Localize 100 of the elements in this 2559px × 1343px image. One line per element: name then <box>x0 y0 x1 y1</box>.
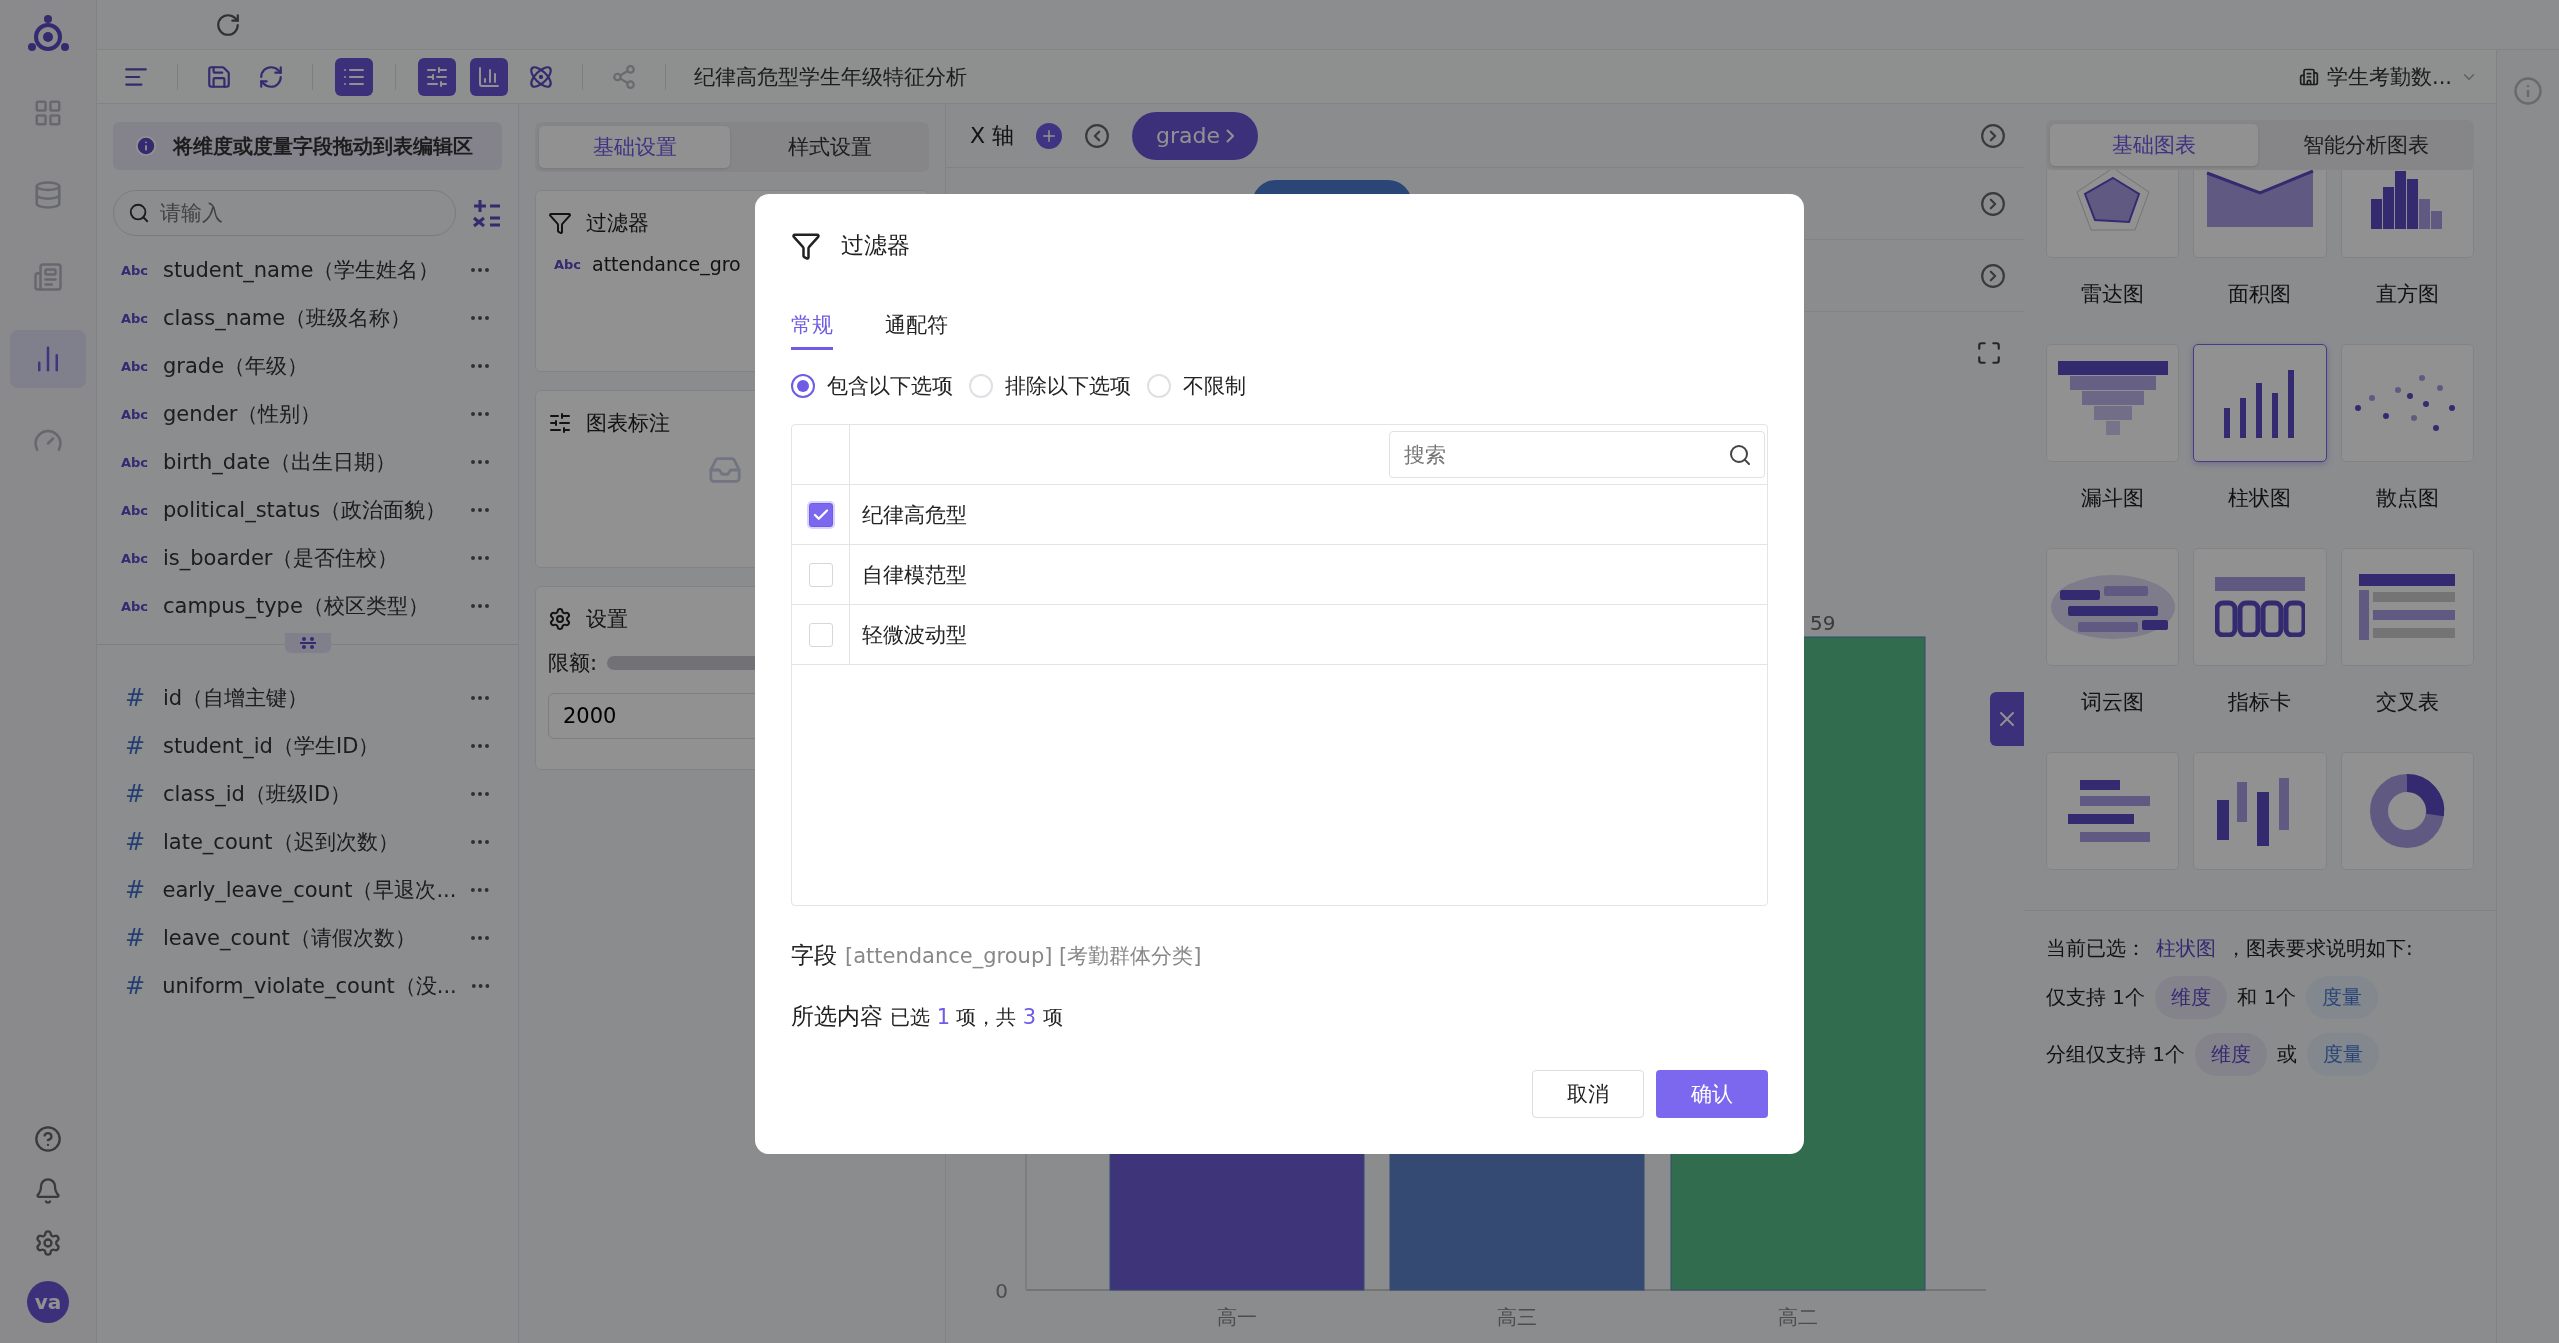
fullscreen-icon[interactable] <box>1976 340 2002 366</box>
chart-type-label: 词云图 <box>2081 689 2145 716</box>
requirement-text: 和 1个 <box>2237 984 2297 1011</box>
field-name[interactable]: class_id（班级ID） <box>163 780 456 808</box>
search-box[interactable]: 请输入 <box>113 190 456 236</box>
building-icon <box>2298 66 2319 87</box>
scroll-right-icon[interactable] <box>1980 262 2006 289</box>
option-label[interactable]: 自律模范型 <box>850 560 967 589</box>
radio-label[interactable]: 包含以下选项 <box>827 372 953 400</box>
field-name[interactable]: leave_count（请假次数） <box>163 924 456 952</box>
add-button[interactable] <box>1036 122 1063 149</box>
field-label: 字段 <box>791 941 837 970</box>
toolbar-button[interactable] <box>335 57 373 96</box>
user-avatar[interactable]: va <box>27 1281 69 1323</box>
field-name[interactable]: student_id（学生ID） <box>163 732 456 760</box>
requirement-text: 或 <box>2277 1041 2298 1068</box>
chart-type-label: 雷达图 <box>2081 281 2145 308</box>
settings-tab[interactable]: 基础设置 <box>539 126 730 168</box>
checkbox[interactable] <box>808 502 833 527</box>
field-name[interactable]: uniform_violate_count（没... <box>162 972 457 1000</box>
close-button[interactable] <box>1990 692 2024 746</box>
radio-button[interactable] <box>791 374 815 398</box>
info-icon <box>135 135 157 157</box>
field-name[interactable]: political_status（政治面貌） <box>163 496 456 524</box>
field-type-label: # <box>125 780 147 808</box>
radio-label[interactable]: 不限制 <box>1183 372 1246 400</box>
field-type-label: # <box>125 828 147 856</box>
confirm-button[interactable]: 确认 <box>1656 1070 1768 1118</box>
option-label[interactable]: 纪律高危型 <box>850 500 967 529</box>
field-name[interactable]: id（自增主键） <box>163 684 456 712</box>
field-name[interactable]: birth_date（出生日期） <box>163 448 456 476</box>
drag-handle[interactable] <box>284 633 331 653</box>
grip-icon <box>297 636 318 650</box>
dialog-tab[interactable]: 通配符 <box>885 311 948 350</box>
axis-tick-label: 0 <box>995 1279 1008 1303</box>
dialog-tab[interactable]: 常规 <box>791 311 833 350</box>
help-icon[interactable] <box>34 1125 62 1153</box>
dimension-tag: 维度 <box>2155 976 2228 1019</box>
search-box[interactable]: 搜索 <box>1389 431 1765 478</box>
filter-icon <box>548 211 572 235</box>
newspaper-icon <box>33 262 63 292</box>
cancel-button[interactable]: 取消 <box>1532 1070 1644 1118</box>
field-type-label: Abc <box>121 358 150 374</box>
card-title: 设置 <box>586 606 628 633</box>
limit-label: 限额: <box>548 650 598 677</box>
plus-minus-icon[interactable] <box>472 198 502 228</box>
chart-type-label: 交叉表 <box>2375 689 2439 716</box>
field-type-label: Abc <box>554 256 583 272</box>
settings-tab[interactable]: 样式设置 <box>734 126 925 168</box>
field-name[interactable]: campus_type（校区类型） <box>163 592 456 620</box>
field-name[interactable]: gender（性别） <box>163 400 456 428</box>
sliders-icon <box>548 411 572 435</box>
bar-chart-icon <box>477 64 501 89</box>
field-name[interactable]: is_boarder（是否住校） <box>163 544 456 572</box>
requirement-text: ，图表要求说明如下: <box>2226 935 2413 962</box>
field-type-label: # <box>125 924 147 952</box>
measure-tag: 度量 <box>2307 1033 2380 1076</box>
field-type-label: Abc <box>121 598 150 614</box>
settings-icon <box>548 607 572 631</box>
chart-type-tile[interactable] <box>2193 344 2327 462</box>
settings-icon[interactable] <box>34 1229 62 1257</box>
field-pill[interactable]: grade <box>1132 111 1259 160</box>
chart-link[interactable]: 柱状图 <box>2156 935 2216 962</box>
axis-category-label: 高一 <box>1217 1305 1257 1329</box>
dataset-selector[interactable]: 学生考勤数... <box>2326 62 2452 91</box>
cross-table-icon <box>2357 572 2458 642</box>
hint-text: 将维度或度量字段拖动到表编辑区 <box>173 132 473 160</box>
scroll-right-icon[interactable] <box>1980 122 2006 149</box>
report-title: 纪律高危型学生年级特征分析 <box>694 63 967 91</box>
bell-icon[interactable] <box>34 1177 62 1205</box>
area-chart-icon <box>2205 170 2315 229</box>
requirement-text: 仅支持 1个 <box>2046 984 2146 1011</box>
toolbar-button[interactable] <box>470 57 508 96</box>
scroll-left-icon[interactable] <box>1084 122 1111 149</box>
field-name[interactable]: class_name（班级名称） <box>163 304 456 332</box>
dimension-tag: 维度 <box>2195 1033 2268 1076</box>
toolbar-button[interactable] <box>418 57 456 96</box>
scroll-right-icon[interactable] <box>1980 190 2006 217</box>
chart-type-label: 散点图 <box>2375 485 2439 512</box>
field-type-label: Abc <box>121 406 150 422</box>
field-name[interactable]: late_count（迟到次数） <box>163 828 456 856</box>
chevron-icon <box>1226 128 1235 143</box>
option-label[interactable]: 轻微波动型 <box>850 620 967 649</box>
chart-type-tab[interactable]: 基础图表 <box>2050 124 2258 166</box>
reload-icon[interactable] <box>215 11 241 38</box>
field-name[interactable]: student_name（学生姓名） <box>163 256 456 284</box>
radio-label[interactable]: 排除以下选项 <box>1005 372 1131 400</box>
nav-item[interactable] <box>10 330 86 388</box>
axis-category-label: 高二 <box>1778 1305 1818 1329</box>
search-input[interactable]: 请输入 <box>158 200 441 226</box>
field-name[interactable]: early_leave_count（早退次... <box>162 876 457 904</box>
requirement-text: 当前已选： <box>2046 935 2146 962</box>
chart-type-label: 指标卡 <box>2228 689 2292 716</box>
field-value: [attendance_group] [考勤群体分类] <box>845 943 1202 970</box>
filter-field[interactable]: attendance_gro <box>592 253 741 275</box>
field-name[interactable]: grade（年级） <box>163 352 456 380</box>
search-icon <box>128 202 150 224</box>
axis-category-label: 高三 <box>1497 1305 1537 1329</box>
chart-type-tab[interactable]: 智能分析图表 <box>2262 124 2470 166</box>
bar-value-label: 59 <box>1810 611 1836 635</box>
